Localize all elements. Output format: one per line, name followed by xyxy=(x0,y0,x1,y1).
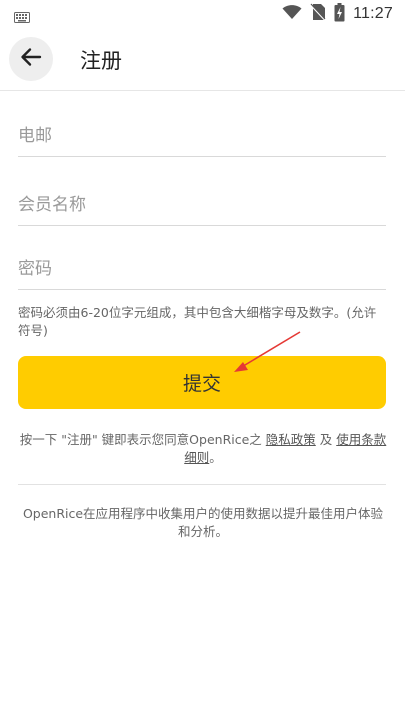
status-time: 11:27 xyxy=(353,5,393,22)
status-bar: 11:27 xyxy=(0,0,405,28)
privacy-policy-link[interactable]: 隐私政策 xyxy=(266,432,316,447)
annotation-arrow-icon xyxy=(234,331,301,372)
back-button[interactable] xyxy=(9,37,53,81)
member-name-field[interactable] xyxy=(18,185,386,225)
app-bar: 注册 xyxy=(0,28,405,91)
submit-button-label: 提交 xyxy=(182,373,221,395)
page-title: 注册 xyxy=(80,49,122,73)
terms-suffix: 。 xyxy=(209,450,222,465)
password-field[interactable] xyxy=(18,249,386,289)
password-field-container xyxy=(18,249,386,290)
divider xyxy=(18,484,386,485)
terms-text: 按一下 "注册" 键即表示您同意OpenRice之 隐私政策 及 使用条款细则。 xyxy=(18,431,388,467)
battery-charging-icon xyxy=(334,2,345,26)
terms-prefix: 按一下 "注册" 键即表示您同意OpenRice之 xyxy=(19,432,266,447)
member-name-field-container xyxy=(18,185,386,226)
data-usage-notice: OpenRice在应用程序中收集用户的使用数据以提升最佳用户体验和分析。 xyxy=(22,506,384,539)
password-hint: 密码必须由6-20位字元组成，其中包含大细楷字母及数字。(允许符号) xyxy=(18,305,377,338)
wifi-icon xyxy=(282,4,302,24)
terms-and: 及 xyxy=(315,432,337,447)
no-sim-icon xyxy=(310,3,326,25)
keyboard-icon xyxy=(14,8,30,23)
submit-button[interactable]: 提交 xyxy=(18,356,386,409)
status-icons: 11:27 xyxy=(282,2,393,26)
register-screen: 11:27 注册 密码必须由6-20位字元组成，其中包含大细楷字母及数字。(允许… xyxy=(0,0,405,720)
email-field[interactable] xyxy=(18,116,386,156)
email-field-container xyxy=(18,116,386,157)
arrow-left-icon xyxy=(20,47,42,71)
